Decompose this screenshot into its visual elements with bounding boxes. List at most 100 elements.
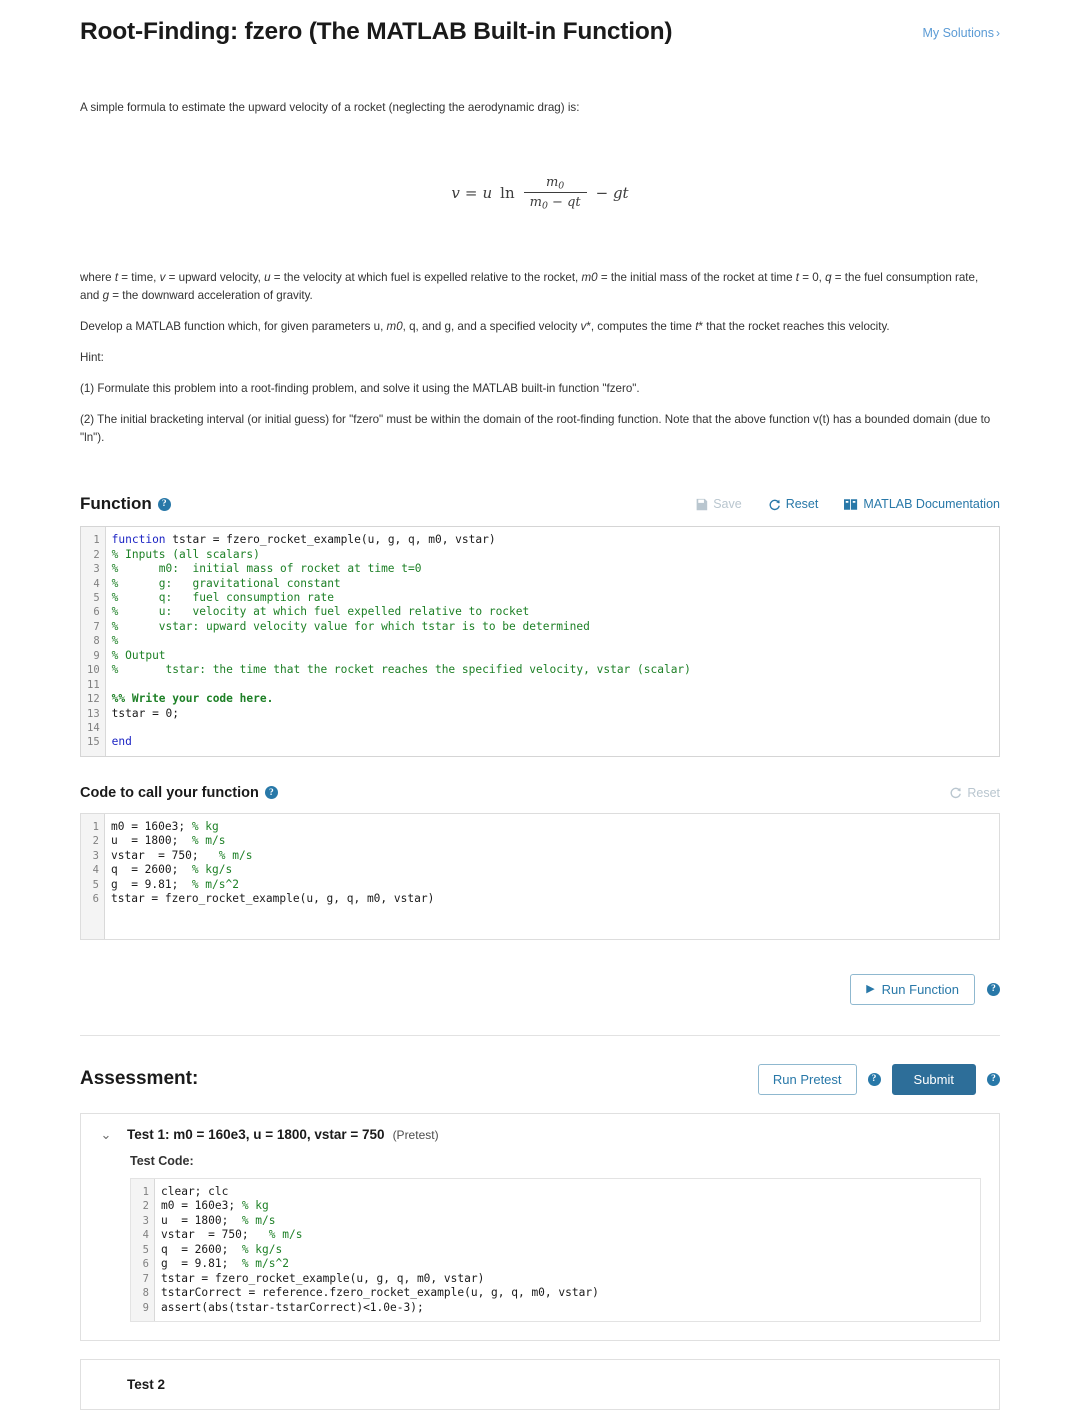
run-pretest-button[interactable]: Run Pretest bbox=[757, 1063, 857, 1095]
line-number: 2 bbox=[142, 1200, 149, 1213]
help-icon[interactable]: ? bbox=[157, 497, 171, 511]
code-line: % tstar: the time that the rocket reache… bbox=[112, 663, 999, 677]
code-line: tstar = 0; bbox=[112, 707, 999, 721]
test-title-label: Test 1: m0 = 160e3, u = 1800, vstar = 75… bbox=[127, 1127, 385, 1143]
page-content: Root-Finding: fzero (The MATLAB Built-in… bbox=[80, 0, 1000, 1410]
code-line: % g: gravitational constant bbox=[112, 577, 999, 591]
test-body: Test Code: 1 23 45 67 89 clear; clc m0 = 160e… bbox=[81, 1154, 999, 1340]
save-icon bbox=[695, 498, 708, 511]
code-token: m0 = 160e3; bbox=[111, 819, 192, 833]
line-number: 13 bbox=[87, 707, 100, 720]
line-number: 12 bbox=[87, 693, 100, 706]
code-line: end bbox=[112, 735, 999, 749]
save-button[interactable]: Save bbox=[695, 497, 742, 511]
code-line: % vstar: upward velocity value for which… bbox=[112, 620, 999, 634]
code-token: % m0: initial mass of rocket at time t=0 bbox=[111, 562, 422, 576]
line-number: 8 bbox=[142, 1287, 149, 1300]
run-function-button[interactable]: ▶ Run Function bbox=[850, 973, 975, 1005]
test-code-editor: 1 23 45 67 89 clear; clc m0 = 160e3; % kg u = … bbox=[130, 1177, 981, 1323]
call-section-header: Code to call your function ? Reset bbox=[80, 785, 1000, 801]
intro-text: A simple formula to estimate the upward … bbox=[80, 99, 1000, 117]
submit-button[interactable]: Submit bbox=[891, 1063, 976, 1095]
function-title-label: Function bbox=[80, 494, 152, 514]
test-card: Test 2 bbox=[80, 1359, 1000, 1410]
code-token: q = 2600; bbox=[111, 863, 192, 877]
line-number: 1 bbox=[92, 820, 99, 833]
code-token: % g: gravitational constant bbox=[111, 576, 341, 590]
my-solutions-link[interactable]: My Solutions › bbox=[922, 17, 1000, 40]
line-number: 5 bbox=[93, 591, 100, 604]
code-line: % m0: initial mass of rocket at time t=0 bbox=[112, 562, 999, 576]
test-header[interactable]: Test 2 bbox=[81, 1360, 999, 1409]
code-line: vstar = 750; % m/s bbox=[161, 1228, 980, 1242]
test-editor-code: clear; clc m0 = 160e3; % kg u = 1800; % m/… bbox=[155, 1178, 980, 1322]
code-line: g = 9.81; % m/s^2 bbox=[161, 1257, 980, 1271]
line-number: 4 bbox=[93, 577, 100, 590]
code-line: u = 1800; % m/s bbox=[161, 1214, 980, 1228]
code-line: clear; clc bbox=[161, 1185, 980, 1199]
reset-function-button[interactable]: Reset bbox=[768, 497, 819, 512]
line-number: 2 bbox=[92, 835, 99, 848]
call-editor-code[interactable]: m0 = 160e3; % kg u = 1800; % m/s vstar = 7… bbox=[105, 813, 999, 939]
help-icon[interactable]: ? bbox=[987, 1072, 1000, 1086]
line-number: 3 bbox=[93, 563, 100, 576]
my-solutions-label: My Solutions bbox=[922, 26, 994, 40]
help-icon[interactable]: ? bbox=[264, 786, 278, 800]
reset-call-button[interactable]: Reset bbox=[949, 786, 1000, 800]
matlab-documentation-button[interactable]: MATLAB Documentation bbox=[844, 497, 1000, 511]
test-header[interactable]: ⌄ Test 1: m0 = 160e3, u = 1800, vstar = … bbox=[81, 1114, 999, 1154]
line-number: 8 bbox=[93, 635, 100, 648]
call-code-editor[interactable]: 1 23 45 6 m0 = 160e3; % kg u = 1800; % m/s vs… bbox=[80, 812, 1000, 940]
function-section-header: Function ? Save Reset MATLAB Documentati… bbox=[80, 494, 1000, 514]
function-editor-code[interactable]: function tstar = fzero_rocket_example(u,… bbox=[105, 527, 999, 756]
code-line: % u: velocity at which fuel expelled rel… bbox=[112, 605, 999, 619]
code-token: assert(abs(tstar-tstarCorrect)<1.0e-3); bbox=[161, 1300, 424, 1314]
test-title-label: Test 2 bbox=[127, 1377, 166, 1393]
code-token: clear; clc bbox=[161, 1184, 229, 1198]
code-line: %% Write your code here. bbox=[112, 692, 999, 706]
code-token: u = 1800; bbox=[111, 834, 192, 848]
function-code-editor[interactable]: 1 2 3 4 5 6 7 8 9 10 11 12 13 14 15 function tstar = f… bbox=[80, 526, 1000, 757]
formula-ln: ln bbox=[500, 184, 515, 203]
code-token: % kg bbox=[241, 1199, 269, 1213]
formula-expression: v = u ln m0 m0 − qt − gt bbox=[451, 175, 628, 212]
assessment-title: Assessment: bbox=[80, 1068, 199, 1090]
reset-function-label: Reset bbox=[785, 497, 819, 512]
code-token: % Output bbox=[111, 648, 166, 662]
page-header: Root-Finding: fzero (The MATLAB Built-in… bbox=[80, 0, 1000, 46]
code-line: g = 9.81; % m/s^2 bbox=[111, 878, 999, 892]
code-token: tstarCorrect = reference.fzero_rocket_ex… bbox=[161, 1286, 599, 1300]
code-token: q = 2600; bbox=[161, 1242, 242, 1256]
velocity-formula: v = u ln m0 m0 − qt − gt bbox=[80, 123, 1000, 263]
code-token: tstar = fzero_rocket_example(u, g, q, m0… bbox=[111, 892, 435, 906]
line-number: 10 bbox=[87, 664, 100, 677]
code-token: g = 9.81; bbox=[161, 1257, 242, 1271]
line-number: 1 bbox=[93, 534, 100, 547]
problem-page: Root-Finding: fzero (The MATLAB Built-in… bbox=[0, 0, 1080, 1410]
formula-u: u bbox=[482, 184, 493, 203]
call-toolbar: Reset bbox=[949, 786, 1000, 800]
formula-tail: − gt bbox=[595, 184, 629, 203]
line-number: 15 bbox=[87, 736, 100, 749]
assessment-header: Assessment: Run Pretest ? Submit ? bbox=[80, 1063, 1000, 1095]
chevron-down-icon[interactable]: ⌄ bbox=[99, 1127, 113, 1143]
test-editor-gutter: 1 23 45 67 89 bbox=[131, 1178, 155, 1322]
line-number: 6 bbox=[92, 893, 99, 906]
help-icon[interactable]: ? bbox=[987, 982, 1000, 996]
help-icon[interactable]: ? bbox=[867, 1072, 881, 1086]
code-line: % Inputs (all scalars) bbox=[112, 548, 999, 562]
line-number: 4 bbox=[142, 1229, 149, 1242]
desc-paragraph-1: where t = time, v = upward velocity, u =… bbox=[80, 271, 979, 303]
test-code-label: Test Code: bbox=[130, 1153, 194, 1168]
code-line: assert(abs(tstar-tstarCorrect)<1.0e-3); bbox=[161, 1301, 980, 1315]
code-token: tstar = 0; bbox=[111, 706, 180, 720]
code-line: function tstar = fzero_rocket_example(u,… bbox=[112, 533, 999, 547]
formula-numerator: m0 bbox=[545, 174, 565, 192]
code-token: vstar = 750; bbox=[111, 848, 219, 862]
code-line: m0 = 160e3; % kg bbox=[161, 1199, 980, 1213]
intro-lead: A simple formula to estimate the upward … bbox=[80, 101, 580, 115]
desc-paragraph-2: Develop a MATLAB function which, for giv… bbox=[80, 320, 890, 334]
code-token: % kg/s bbox=[241, 1242, 283, 1256]
